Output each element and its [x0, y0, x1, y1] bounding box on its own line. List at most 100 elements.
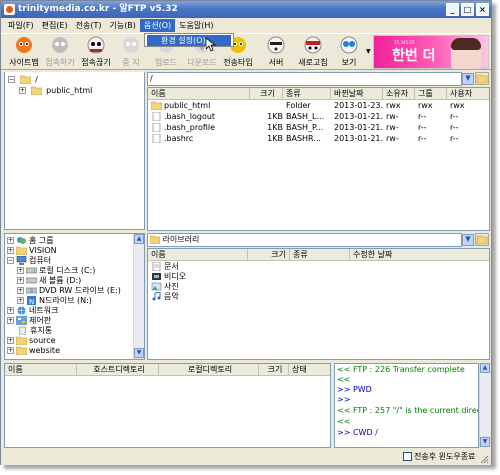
local-tree-pane[interactable]: + 홈 그룹 + VISION − 컴퓨터 + 로컬 디스크 (C:) + 새 볼륨 (D… [4, 233, 145, 360]
col-name[interactable]: 이름 [5, 364, 77, 375]
collapse-icon[interactable]: − [8, 76, 15, 83]
expand-icon[interactable]: + [7, 317, 14, 324]
table-row[interactable]: .bash_logout 1KB BASH_L... 2013-01-21...… [148, 112, 489, 122]
menu-options[interactable]: 옵션(O) [139, 19, 176, 32]
preferences-menu-item[interactable]: 환경 설정(O)... [147, 35, 231, 46]
options-dropdown: 환경 설정(O)... [144, 33, 234, 47]
file-user: r-- [450, 134, 459, 143]
control-panel-icon [16, 316, 27, 325]
disconnect-button[interactable]: 접속끊기 [76, 36, 116, 70]
minimize-button[interactable]: _ [446, 3, 459, 16]
library-icon [149, 235, 161, 245]
local-path-input[interactable]: 라이브러리 [147, 233, 462, 247]
local-disk-icon [26, 267, 37, 274]
col-user[interactable]: 사용자 [447, 88, 489, 99]
remote-folder-up-icon[interactable] [475, 72, 489, 85]
queue-header: 이름 호스트디렉토리 로컬디렉토리 크기 상태 [5, 364, 330, 376]
expand-icon[interactable]: + [7, 247, 14, 254]
menu-help[interactable]: 도움말(H) [175, 19, 217, 32]
local-file-list[interactable]: 이름 크기 종류 수정한 날짜 문서 비디오 사진 음악 [147, 248, 490, 360]
col-date[interactable]: 바뀐날짜 [331, 88, 383, 99]
menu-transfer[interactable]: 전송(T) [72, 19, 106, 32]
list-item[interactable]: 비디오 [148, 272, 248, 282]
remote-path-dropdown-icon[interactable]: ▼ [462, 73, 474, 85]
file-type: BASH_L... [286, 112, 325, 121]
col-name[interactable]: 이름 [148, 249, 248, 260]
refresh-button[interactable]: 새로고침 [293, 36, 333, 70]
expand-icon[interactable]: + [17, 267, 24, 274]
local-folder-up-icon[interactable] [475, 233, 489, 246]
expand-icon[interactable]: + [17, 287, 24, 294]
local-path-dropdown-icon[interactable]: ▼ [462, 234, 474, 246]
sitemap-button[interactable]: 사이트맵 [4, 36, 44, 70]
connect-button[interactable]: 접속하기 [40, 36, 80, 70]
scroll-down-icon[interactable]: ▼ [480, 437, 490, 447]
close-button[interactable]: × [476, 3, 489, 16]
refresh-icon [304, 36, 322, 54]
maximize-button[interactable]: □ [461, 3, 474, 16]
col-modified[interactable]: 수정한 날짜 [350, 249, 489, 260]
upload-label: 업로드 [154, 58, 178, 67]
file-name: .bashrc [164, 134, 194, 143]
log-line: << FTP : 257 "/" is the current director… [337, 406, 478, 415]
col-host-dir[interactable]: 호스트디렉토리 [77, 364, 159, 375]
list-item[interactable]: 문서 [148, 262, 248, 272]
col-status[interactable]: 상태 [289, 364, 330, 375]
server-button[interactable]: 서버 [256, 36, 296, 70]
close-after-transfer-checkbox[interactable] [403, 452, 412, 461]
scroll-up-icon[interactable]: ▲ [134, 234, 144, 244]
log-panel[interactable]: << FTP : 226 Transfer complete << >> PWD… [334, 363, 479, 448]
expand-icon[interactable]: + [19, 87, 26, 94]
scroll-down-icon[interactable]: ▼ [134, 348, 144, 358]
table-row[interactable]: public_html Folder 2013-01-23... rwx rwx… [148, 101, 489, 111]
col-type[interactable]: 종류 [283, 88, 331, 99]
tree-item[interactable]: − / [8, 74, 38, 85]
expand-icon[interactable]: + [7, 337, 14, 344]
expand-icon[interactable]: + [7, 347, 14, 354]
col-name[interactable]: 이름 [148, 88, 250, 99]
remote-path-input[interactable]: / [147, 72, 462, 86]
list-item[interactable]: 음악 [148, 292, 248, 302]
collapse-icon[interactable]: − [7, 257, 14, 264]
menu-edit[interactable]: 편집(E) [38, 19, 72, 32]
tree-item-label: 제어판 [29, 316, 52, 325]
server-label: 서버 [268, 58, 284, 67]
connect-icon [52, 37, 68, 53]
folder-icon [151, 101, 162, 110]
col-group[interactable]: 그룹 [415, 88, 447, 99]
scroll-up-icon[interactable]: ▲ [480, 363, 490, 373]
col-local-dir[interactable]: 로컬디렉토리 [159, 364, 259, 375]
connect-label: 접속하기 [45, 58, 75, 67]
resize-grip-icon[interactable] [479, 454, 489, 464]
list-item[interactable]: 사진 [148, 282, 248, 292]
expand-icon[interactable]: + [17, 297, 24, 304]
col-type[interactable]: 종류 [290, 249, 350, 260]
tree-item-label: 로컬 디스크 (C:) [39, 266, 96, 275]
documents-icon [152, 262, 161, 271]
tree-item[interactable]: + public_html [19, 85, 92, 96]
transfer-queue[interactable]: 이름 호스트디렉토리 로컬디렉토리 크기 상태 [4, 363, 331, 448]
menu-file[interactable]: 파일(F) [4, 19, 38, 32]
col-size[interactable]: 크기 [250, 88, 283, 99]
remote-file-list[interactable]: 이름 크기 종류 바뀐날짜 소유자 그룹 사용자 public_html Fol… [147, 87, 490, 231]
expand-icon[interactable]: + [7, 237, 14, 244]
remote-tree-pane[interactable]: − / + public_html [4, 72, 145, 230]
table-row[interactable]: .bashrc 1KB BASHR... 2013-01-21... rw- r… [148, 134, 489, 144]
col-owner[interactable]: 소유자 [383, 88, 415, 99]
view-button[interactable]: 보기 [329, 36, 369, 70]
col-size[interactable]: 크기 [248, 249, 290, 260]
menu-function[interactable]: 기능(B) [105, 19, 139, 32]
ad-banner[interactable]: 15.345.55 한번 더 [373, 35, 489, 69]
banner-hair-image [451, 38, 481, 50]
tree-item[interactable]: + website [7, 345, 60, 356]
view-dropdown-arrow-icon[interactable]: ▼ [366, 48, 371, 55]
expand-icon[interactable]: + [17, 277, 24, 284]
table-row[interactable]: .bash_profile 1KB BASH_P... 2013-01-21..… [148, 123, 489, 133]
title-bar[interactable]: trinitymedia.co.kr - 알FTP v5.32 _ □ × [1, 1, 491, 18]
col-size[interactable]: 크기 [259, 364, 289, 375]
tree-item-label: 네트워크 [29, 306, 59, 315]
expand-icon[interactable]: + [7, 307, 14, 314]
local-tree-scrollbar[interactable]: ▲ ▼ [133, 234, 144, 359]
volume-icon [26, 277, 37, 284]
log-scrollbar[interactable]: ▲ ▼ [479, 363, 490, 448]
